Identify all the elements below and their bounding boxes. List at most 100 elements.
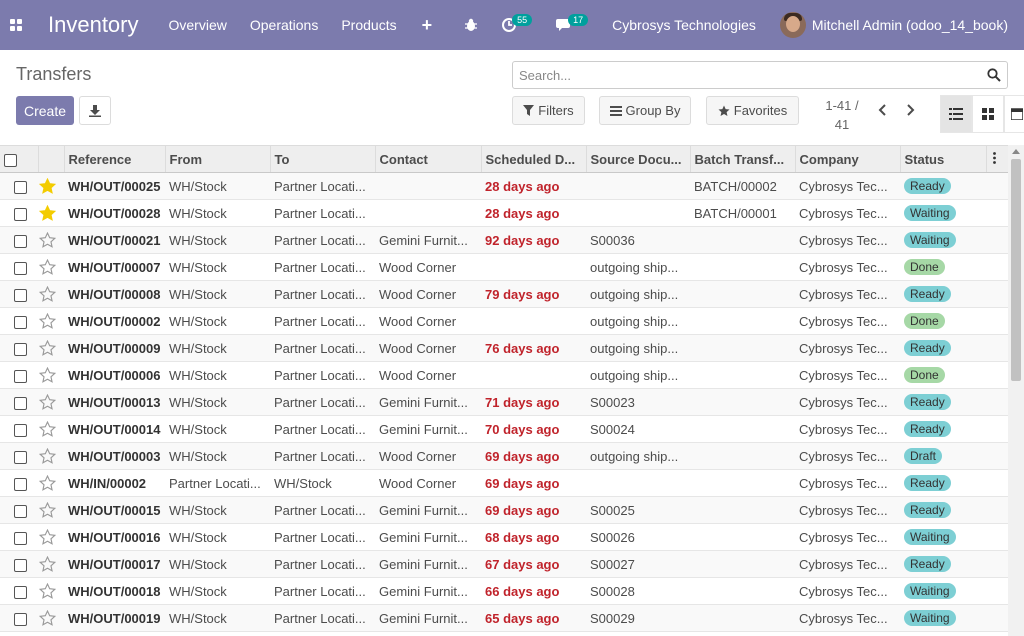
table-row[interactable]: WH/OUT/00006 WH/Stock Partner Locati... Woo… — [0, 361, 1008, 389]
search-input[interactable]: Search... — [512, 61, 1008, 89]
filters-button[interactable]: Filters — [512, 96, 585, 125]
company-switcher[interactable]: Cybrosys Technologies — [612, 17, 756, 33]
app-title[interactable]: Inventory — [48, 12, 139, 38]
table-row[interactable]: WH/OUT/00018 WH/Stock Partner Locati... Gem… — [0, 577, 1008, 605]
pager-value[interactable]: 1-41 / 41 — [820, 96, 864, 134]
scroll-up-arrow-icon[interactable] — [1012, 149, 1020, 154]
calendar-view-button[interactable] — [1004, 95, 1024, 133]
star-outline-icon[interactable] — [39, 231, 56, 249]
row-checkbox[interactable] — [14, 450, 27, 464]
row-checkbox[interactable] — [14, 315, 27, 329]
row-select-cell[interactable] — [0, 496, 38, 524]
table-row[interactable]: WH/OUT/00007 WH/Stock Partner Locati... Woo… — [0, 253, 1008, 281]
select-all-checkbox[interactable] — [4, 153, 17, 167]
row-select-cell[interactable] — [0, 523, 38, 551]
table-row[interactable]: WH/OUT/00017 WH/Stock Partner Locati... Gem… — [0, 550, 1008, 578]
star-outline-icon[interactable] — [39, 447, 56, 465]
table-row[interactable]: WH/OUT/00021 WH/Stock Partner Locati... Gem… — [0, 226, 1008, 254]
row-checkbox[interactable] — [14, 558, 27, 572]
row-checkbox[interactable] — [14, 342, 27, 356]
star-outline-icon[interactable] — [39, 366, 56, 384]
row-checkbox[interactable] — [14, 477, 27, 491]
row-select-cell[interactable] — [0, 199, 38, 227]
menu-products[interactable]: Products — [341, 17, 396, 33]
row-checkbox[interactable] — [14, 504, 27, 518]
star-outline-icon[interactable] — [39, 258, 56, 276]
pager-previous-icon[interactable] — [877, 104, 889, 116]
star-outline-icon[interactable] — [39, 393, 56, 411]
row-select-cell[interactable] — [0, 442, 38, 470]
favorite-cell[interactable] — [38, 550, 64, 578]
row-select-cell[interactable] — [0, 172, 38, 200]
favorite-cell[interactable] — [38, 415, 64, 443]
star-outline-icon[interactable] — [39, 339, 56, 357]
column-header-source[interactable]: Source Docu... — [586, 145, 691, 173]
favorites-button[interactable]: Favorites — [706, 96, 799, 125]
star-outline-icon[interactable] — [39, 312, 56, 330]
row-checkbox[interactable] — [14, 261, 27, 275]
user-avatar[interactable] — [779, 12, 806, 38]
favorite-cell[interactable] — [38, 361, 64, 389]
star-outline-icon[interactable] — [39, 582, 56, 600]
table-row[interactable]: WH/OUT/00016 WH/Stock Partner Locati... Gem… — [0, 523, 1008, 551]
row-select-cell[interactable] — [0, 469, 38, 497]
row-checkbox[interactable] — [14, 585, 27, 599]
column-header-from[interactable]: From — [165, 145, 271, 173]
row-select-cell[interactable] — [0, 604, 38, 632]
scroll-thumb[interactable] — [1011, 159, 1021, 381]
optional-columns-toggle[interactable] — [986, 145, 1008, 173]
column-header-company[interactable]: Company — [795, 145, 901, 173]
table-row[interactable]: WH/OUT/00019 WH/Stock Partner Locati... Gem… — [0, 604, 1008, 632]
row-select-cell[interactable] — [0, 361, 38, 389]
row-checkbox[interactable] — [14, 423, 27, 437]
row-checkbox[interactable] — [14, 207, 27, 221]
add-menu-icon[interactable]: + — [422, 15, 433, 36]
activity-icon[interactable]: 55 — [502, 14, 533, 32]
groupby-button[interactable]: Group By — [599, 96, 691, 125]
row-select-cell[interactable] — [0, 415, 38, 443]
star-outline-icon[interactable] — [39, 474, 56, 492]
row-checkbox[interactable] — [14, 531, 27, 545]
table-row[interactable]: WH/IN/00002 Partner Locati... WH/Stock Wood… — [0, 469, 1008, 497]
column-header-status[interactable]: Status — [900, 145, 987, 173]
star-outline-icon[interactable] — [39, 501, 56, 519]
row-checkbox[interactable] — [14, 180, 27, 194]
pager-next-icon[interactable] — [904, 104, 916, 116]
favorite-cell[interactable] — [38, 496, 64, 524]
table-row[interactable]: WH/OUT/00014 WH/Stock Partner Locati... Gem… — [0, 415, 1008, 443]
search-icon[interactable] — [987, 68, 1001, 82]
favorite-cell[interactable] — [38, 253, 64, 281]
menu-operations[interactable]: Operations — [250, 17, 318, 33]
messages-icon[interactable]: 17 — [556, 14, 589, 32]
star-outline-icon[interactable] — [39, 420, 56, 438]
favorite-cell[interactable] — [38, 604, 64, 632]
column-header-contact[interactable]: Contact — [375, 145, 482, 173]
table-row[interactable]: WH/OUT/00009 WH/Stock Partner Locati... Woo… — [0, 334, 1008, 362]
favorite-cell[interactable] — [38, 523, 64, 551]
star-outline-icon[interactable] — [39, 285, 56, 303]
table-row[interactable]: WH/OUT/00015 WH/Stock Partner Locati... Gem… — [0, 496, 1008, 524]
favorite-cell[interactable] — [38, 442, 64, 470]
create-button[interactable]: Create — [16, 96, 74, 125]
row-checkbox[interactable] — [14, 234, 27, 248]
star-outline-icon[interactable] — [39, 528, 56, 546]
row-select-cell[interactable] — [0, 550, 38, 578]
table-row[interactable]: WH/OUT/00013 WH/Stock Partner Locati... Gem… — [0, 388, 1008, 416]
export-button[interactable] — [79, 96, 111, 125]
favorite-cell[interactable] — [38, 334, 64, 362]
row-checkbox[interactable] — [14, 288, 27, 302]
user-menu[interactable]: Mitchell Admin (odoo_14_book) — [812, 17, 1008, 33]
row-checkbox[interactable] — [14, 369, 27, 383]
column-header-batch[interactable]: Batch Transf... — [690, 145, 796, 173]
column-header-scheduled[interactable]: Scheduled D... — [481, 145, 587, 173]
favorite-cell[interactable] — [38, 280, 64, 308]
debug-icon[interactable] — [464, 18, 478, 32]
row-select-cell[interactable] — [0, 388, 38, 416]
row-select-cell[interactable] — [0, 226, 38, 254]
table-row[interactable]: WH/OUT/00003 WH/Stock Partner Locati... Woo… — [0, 442, 1008, 470]
star-filled-icon[interactable] — [39, 204, 56, 222]
list-scrollbar[interactable] — [1008, 145, 1024, 636]
list-view-button[interactable] — [940, 95, 972, 133]
table-row[interactable]: WH/OUT/00008 WH/Stock Partner Locati... Woo… — [0, 280, 1008, 308]
select-all-header[interactable] — [0, 145, 39, 173]
